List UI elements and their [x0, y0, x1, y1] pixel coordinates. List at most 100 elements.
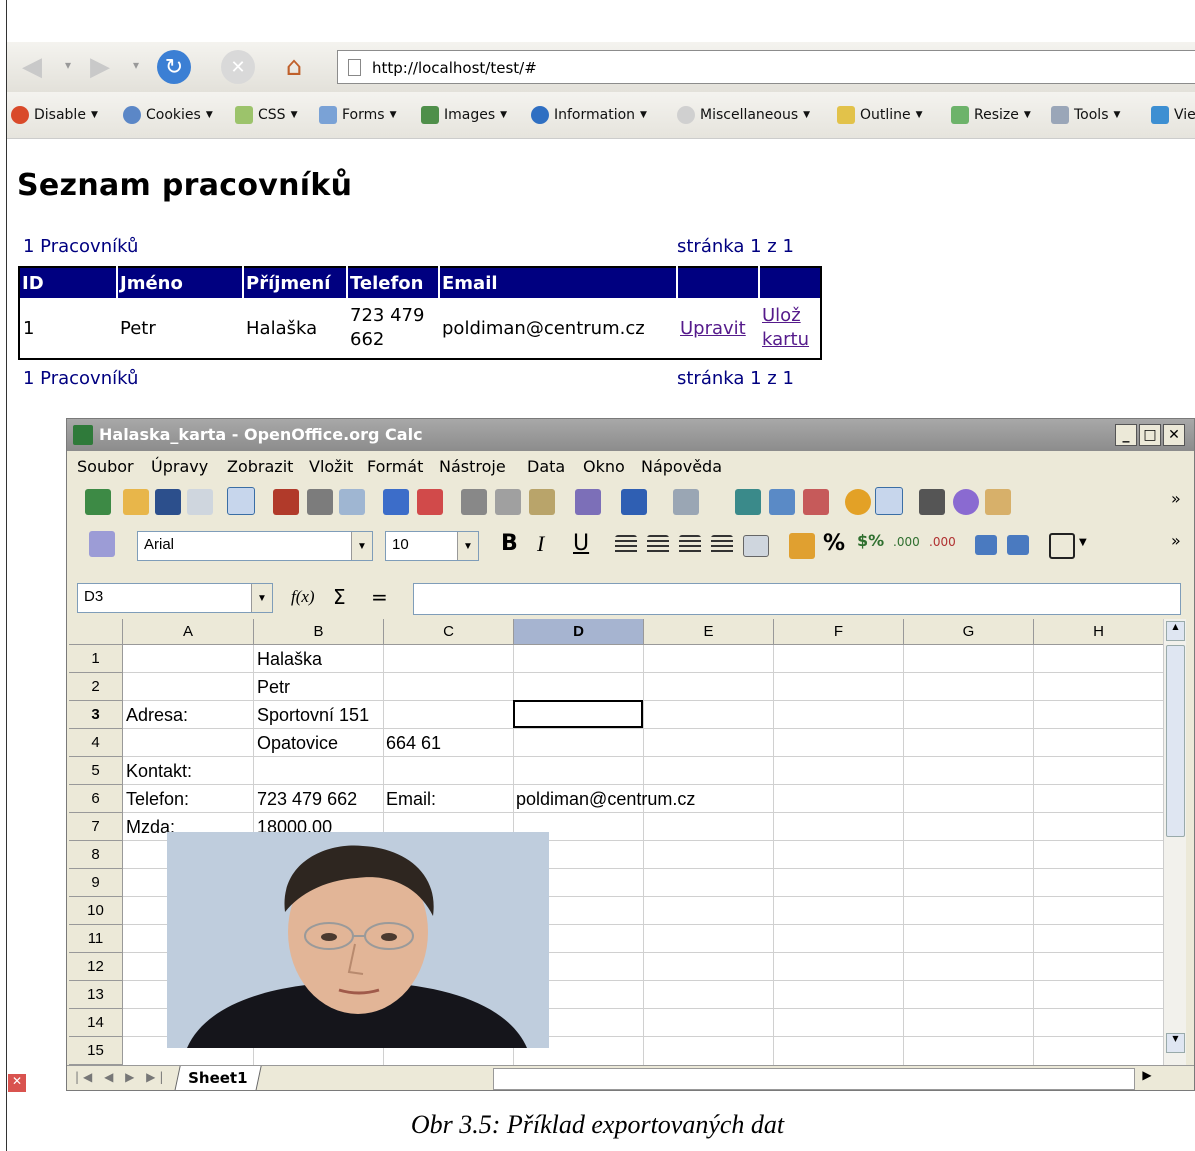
align-right-icon[interactable] — [679, 535, 701, 555]
row-header-2[interactable]: 2 — [69, 673, 123, 701]
cell-c4[interactable]: 664 61 — [386, 733, 441, 754]
reload-icon[interactable]: ↻ — [157, 50, 191, 84]
cut-icon[interactable] — [461, 489, 487, 515]
name-box[interactable]: D3 ▼ — [77, 583, 273, 613]
devbar-view[interactable]: Vie — [1151, 106, 1195, 124]
chevron-down-icon[interactable]: ▼ — [1079, 537, 1087, 548]
cell-c6[interactable]: Email: — [386, 789, 436, 810]
back-icon[interactable]: ◀ — [15, 50, 49, 84]
cell-b3[interactable]: Sportovní 151 — [257, 705, 369, 726]
scroll-down-icon[interactable]: ▼ — [1166, 1033, 1185, 1053]
row-header-10[interactable]: 10 — [69, 897, 123, 925]
redo-icon[interactable] — [673, 489, 699, 515]
spellcheck-icon[interactable] — [383, 489, 409, 515]
cell-b6[interactable]: 723 479 662 — [257, 789, 357, 810]
back-dropdown-icon[interactable]: ▾ — [65, 58, 71, 72]
selected-cell-d3[interactable] — [513, 700, 643, 728]
edit-mode-icon[interactable] — [227, 487, 255, 515]
row-header-15[interactable]: 15 — [69, 1037, 123, 1065]
column-header-a[interactable]: A — [123, 619, 254, 645]
horizontal-scrollbar[interactable] — [493, 1068, 1135, 1090]
forward-dropdown-icon[interactable]: ▾ — [133, 58, 139, 72]
font-size-select[interactable]: 10 ▼ — [385, 531, 479, 561]
italic-icon[interactable]: I — [537, 531, 544, 557]
save-card-link[interactable]: Ulož kartu — [762, 305, 809, 350]
menu-napoveda[interactable]: Nápověda — [641, 457, 722, 476]
font-name-select[interactable]: Arial ▼ — [137, 531, 373, 561]
devbar-disable[interactable]: Disable ▼ — [11, 106, 98, 124]
autospellcheck-icon[interactable] — [417, 489, 443, 515]
merge-cells-icon[interactable] — [743, 535, 769, 557]
devbar-information[interactable]: Information ▼ — [531, 106, 647, 124]
column-header-h[interactable]: H — [1034, 619, 1163, 645]
close-button[interactable]: ✕ — [1163, 424, 1185, 446]
underline-icon[interactable]: U — [573, 531, 589, 556]
print-preview-icon[interactable] — [339, 489, 365, 515]
devbar-css[interactable]: CSS ▼ — [235, 106, 297, 124]
menu-vlozit[interactable]: Vložit — [309, 457, 353, 476]
sort-descending-icon[interactable] — [803, 489, 829, 515]
styles-icon[interactable] — [89, 531, 115, 557]
menu-upravy[interactable]: Úpravy — [151, 457, 208, 476]
column-header-g[interactable]: G — [904, 619, 1034, 645]
show-draw-functions-icon[interactable] — [875, 487, 903, 515]
minimize-button[interactable]: _ — [1115, 424, 1137, 446]
gallery-icon[interactable] — [985, 489, 1011, 515]
cell-b4[interactable]: Opatovice — [257, 733, 338, 754]
decrease-indent-icon[interactable] — [975, 535, 997, 555]
email-icon[interactable] — [187, 489, 213, 515]
sum-icon[interactable]: Σ — [333, 585, 346, 609]
new-document-icon[interactable] — [85, 489, 111, 515]
cell-b2[interactable]: Petr — [257, 677, 290, 698]
row-header-8[interactable]: 8 — [69, 841, 123, 869]
edit-link[interactable]: Upravit — [680, 318, 746, 339]
navigator-icon[interactable] — [953, 489, 979, 515]
devbar-miscellaneous[interactable]: Miscellaneous ▼ — [677, 106, 810, 124]
menu-okno[interactable]: Okno — [583, 457, 625, 476]
increase-indent-icon[interactable] — [1007, 535, 1029, 555]
column-header-e[interactable]: E — [644, 619, 774, 645]
row-header-12[interactable]: 12 — [69, 953, 123, 981]
cell-a5[interactable]: Kontakt: — [126, 761, 192, 782]
sheet-tab[interactable]: Sheet1 — [174, 1066, 262, 1090]
corner-header[interactable] — [69, 619, 123, 645]
justify-icon[interactable] — [711, 535, 733, 555]
copy-icon[interactable] — [495, 489, 521, 515]
scroll-right-icon[interactable]: ▶ — [1137, 1068, 1157, 1088]
sort-ascending-icon[interactable] — [769, 489, 795, 515]
add-decimal-icon[interactable]: .000 — [893, 535, 920, 549]
formula-input[interactable] — [413, 583, 1181, 615]
function-wizard-icon[interactable]: f(x) — [291, 587, 315, 607]
forward-icon[interactable]: ▶ — [83, 50, 117, 84]
row-header-6[interactable]: 6 — [69, 785, 123, 813]
menu-zobrazit[interactable]: Zobrazit — [227, 457, 293, 476]
bold-icon[interactable]: B — [501, 531, 518, 556]
menu-format[interactable]: Formát — [367, 457, 423, 476]
devbar-forms[interactable]: Forms ▼ — [319, 106, 396, 124]
menu-soubor[interactable]: Soubor — [77, 457, 134, 476]
standard-format-icon[interactable]: $% — [857, 531, 884, 550]
stop-icon[interactable]: ✕ — [221, 50, 255, 84]
delete-decimal-icon[interactable]: .000 — [929, 535, 956, 549]
cell-b1[interactable]: Halaška — [257, 649, 322, 670]
hyperlink-icon[interactable] — [735, 489, 761, 515]
paste-icon[interactable] — [529, 489, 555, 515]
open-folder-icon[interactable] — [123, 489, 149, 515]
undo-icon[interactable] — [621, 489, 647, 515]
cell-d6[interactable]: poldiman@centrum.cz — [516, 789, 695, 810]
toolbar-overflow-icon[interactable]: » — [1171, 531, 1181, 550]
print-icon[interactable] — [307, 489, 333, 515]
row-header-4[interactable]: 4 — [69, 729, 123, 757]
devbar-cookies[interactable]: Cookies ▼ — [123, 106, 213, 124]
devbar-tools[interactable]: Tools ▼ — [1051, 106, 1120, 124]
row-header-1[interactable]: 1 — [69, 645, 123, 673]
employee-photo[interactable] — [167, 832, 549, 1048]
borders-icon[interactable] — [1049, 533, 1075, 559]
scroll-thumb[interactable] — [1166, 645, 1185, 837]
devbar-resize[interactable]: Resize ▼ — [951, 106, 1031, 124]
row-header-9[interactable]: 9 — [69, 869, 123, 897]
menu-data[interactable]: Data — [527, 457, 565, 476]
column-header-b[interactable]: B — [254, 619, 384, 645]
scroll-up-icon[interactable]: ▲ — [1166, 621, 1185, 641]
find-replace-icon[interactable] — [919, 489, 945, 515]
